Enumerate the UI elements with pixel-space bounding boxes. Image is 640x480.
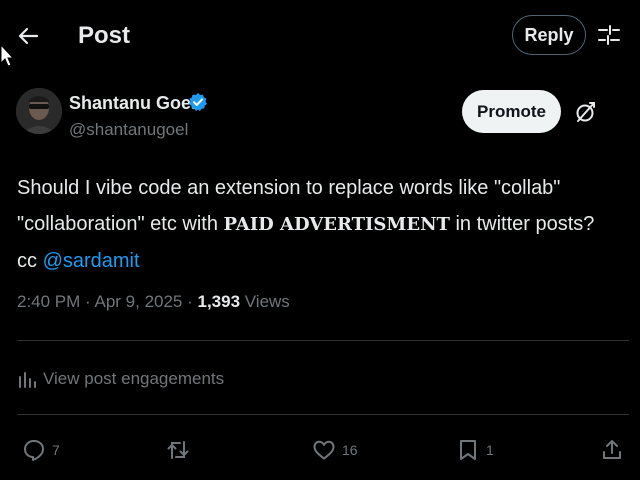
post-line-2: "collaboration" etc with PAID ADVERTISME… [17, 206, 627, 243]
meta-separator: · [80, 292, 95, 311]
share-icon [600, 438, 624, 462]
post-line-3: cc @sardamit [17, 243, 627, 279]
post-date[interactable]: Apr 9, 2025 [94, 292, 182, 311]
arrow-left-icon [17, 25, 39, 47]
post-line-2-start: "collaboration" etc with [17, 213, 224, 235]
avatar[interactable] [16, 88, 62, 134]
top-bar: Post Reply [0, 0, 640, 72]
post-line-2-end: in twitter posts? [449, 213, 595, 235]
grok-icon[interactable] [574, 100, 598, 124]
mention-link[interactable]: @sardamit [43, 250, 140, 272]
mouse-pointer-icon [0, 44, 14, 68]
divider [17, 414, 629, 415]
bookmark-count: 1 [486, 442, 494, 458]
post-detail-page: Post Reply Shantanu Goel @shantanugoel P… [0, 0, 640, 480]
author-name[interactable]: Shantanu Goel [69, 92, 196, 114]
post-line-1: Should I vibe code an extension to repla… [17, 177, 561, 199]
heart-icon [312, 438, 336, 462]
post-line-3-start: cc [17, 250, 43, 272]
back-button[interactable] [12, 20, 44, 52]
reply-count: 7 [52, 442, 60, 458]
engagements-label: View post engagements [43, 369, 225, 388]
repost-icon [166, 438, 190, 462]
view-engagements-link[interactable]: View post engagements [17, 366, 224, 392]
like-count: 16 [342, 442, 358, 458]
post-text: Should I vibe code an extension to repla… [17, 170, 627, 279]
author-handle[interactable]: @shantanugoel [69, 119, 188, 141]
sliders-icon[interactable] [596, 22, 622, 48]
post-bold-text: PAID ADVERTISMENT [223, 214, 450, 235]
post-meta: 2:40 PM · Apr 9, 2025 · 1,393 Views [17, 290, 290, 314]
repost-action[interactable] [166, 436, 190, 464]
verified-badge-icon [188, 92, 208, 112]
divider [17, 340, 629, 341]
like-action[interactable]: 16 [312, 436, 358, 464]
reply-action[interactable]: 7 [22, 436, 60, 464]
promote-button[interactable]: Promote [462, 90, 561, 133]
bookmark-icon [456, 438, 480, 462]
post-time[interactable]: 2:40 PM [17, 292, 80, 311]
views-label: Views [240, 292, 290, 311]
meta-separator: · [182, 292, 198, 311]
page-title: Post [78, 22, 131, 49]
share-action[interactable] [600, 436, 624, 464]
reply-button[interactable]: Reply [512, 15, 586, 55]
comment-icon [22, 438, 46, 462]
views-count: 1,393 [197, 292, 241, 311]
bookmark-action[interactable]: 1 [456, 436, 494, 464]
bar-chart-icon [17, 369, 37, 389]
